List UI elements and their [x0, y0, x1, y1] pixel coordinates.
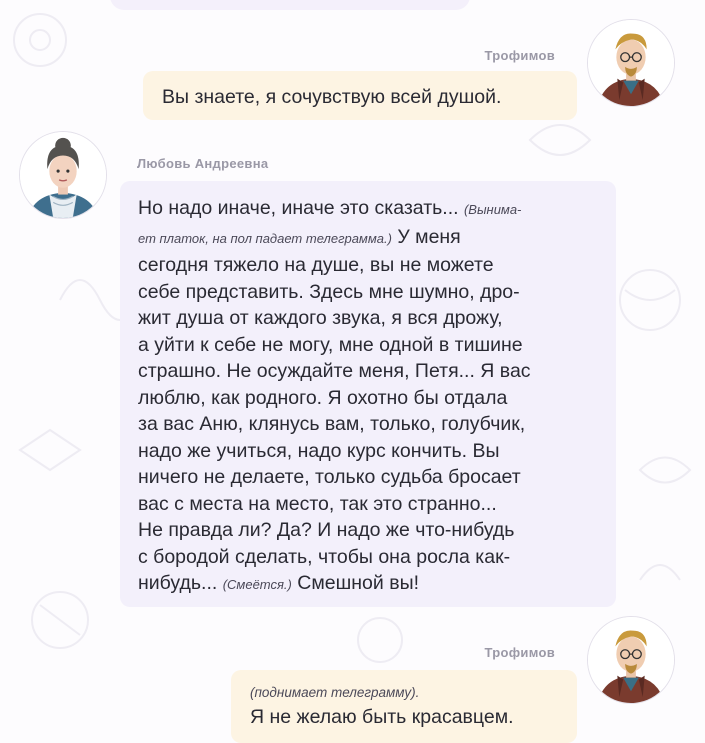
message-text-segment: ничего не делаете, только судьба бросает: [138, 466, 521, 488]
stage-remark: (Смеётся.): [222, 577, 292, 592]
message-text-segment: за вас Аню, клянусь вам, только, голубчи…: [138, 413, 526, 435]
message-text-segment: Смешной вы!: [291, 572, 420, 594]
message-line: вас с места на место, так это странно...: [138, 491, 616, 518]
message-line: люблю, как родного. Я охотно бы отдала: [138, 385, 616, 412]
message-line: сегодня тяжело на душе, вы не можете: [138, 252, 616, 279]
message-text-segment: надо же учиться, надо курс кончить. Вы: [138, 439, 500, 462]
message-line: за вас Аню, клянусь вам, только, голубчи…: [138, 411, 616, 438]
lyubov-andreevna-avatar: [19, 131, 107, 219]
message-line: ничего не делаете, только судьба бросает: [138, 464, 616, 491]
message-bubble-trofimov: (поднимает телеграмму). Я не желаю быть …: [231, 670, 577, 743]
message-text: Я не желаю быть красавцем.: [250, 706, 514, 728]
message-text-segment: сегодня тяжело на душе, вы не можете: [138, 254, 494, 276]
message-text: Но надо иначе, иначе это сказать... (Вын…: [138, 195, 616, 599]
speaker-name: Трофимов: [484, 48, 555, 63]
message-line: Но надо иначе, иначе это сказать... (Вын…: [138, 195, 616, 224]
previous-message-bubble: [110, 0, 470, 10]
message-text-segment: с бородой сделать, чтобы она росла как-: [138, 545, 511, 568]
trofimov-avatar: [587, 616, 675, 704]
speaker-name: Любовь Андреевна: [137, 156, 269, 171]
message-text-segment: себе представить. Здесь мне шумно, дро-: [138, 280, 520, 303]
message-line: себе представить. Здесь мне шумно, дро-: [138, 279, 616, 306]
stage-remark: ет платок, на пол падает телеграмма.): [138, 230, 392, 246]
message-bubble-trofimov: Вы знаете, я сочувствую всей душой.: [143, 71, 577, 120]
message-line: нибудь... (Смеётся.) Смешной вы!: [138, 570, 616, 599]
message-text-segment: вас с места на место, так это странно...: [138, 492, 497, 515]
message-text-segment: нибудь...: [138, 572, 223, 594]
message-text: Вы знаете, я сочувствую всей душой.: [162, 86, 502, 108]
message-line: а уйти к себе не могу, мне одной в тишин…: [138, 332, 616, 359]
message-line: жит душа от каждого звука, я вся дрожу,: [138, 305, 616, 332]
message-text-segment: люблю, как родного. Я охотно бы отдала: [138, 386, 508, 409]
message-line: Не правда ли? Да? И надо же что-нибудь: [138, 517, 616, 544]
speaker-name: Трофимов: [484, 645, 555, 660]
trofimov-avatar: [587, 19, 675, 107]
message-text-segment: страшно. Не осуждайте меня, Петя... Я ва…: [138, 360, 531, 382]
message-text-segment: а уйти к себе не могу, мне одной в тишин…: [138, 333, 523, 356]
message-line: ет платок, на пол падает телеграмма.) У …: [138, 224, 616, 253]
message-line: с бородой сделать, чтобы она росла как-: [138, 544, 616, 571]
stage-remark: (поднимает телеграмму).: [250, 685, 420, 700]
message-text-segment: Не правда ли? Да? И надо же что-нибудь: [138, 519, 515, 541]
message-bubble-lyubov-andreevna: Но надо иначе, иначе это сказать... (Вын…: [120, 181, 616, 607]
message-text-segment: У меня: [391, 225, 461, 248]
message-text-segment: Но надо иначе, иначе это сказать...: [138, 197, 464, 219]
message-line: страшно. Не осуждайте меня, Петя... Я ва…: [138, 358, 616, 385]
message-text-segment: жит душа от каждого звука, я вся дрожу,: [138, 307, 503, 329]
stage-remark: (Вынима-: [463, 202, 522, 217]
message-line: надо же учиться, надо курс кончить. Вы: [138, 438, 616, 465]
